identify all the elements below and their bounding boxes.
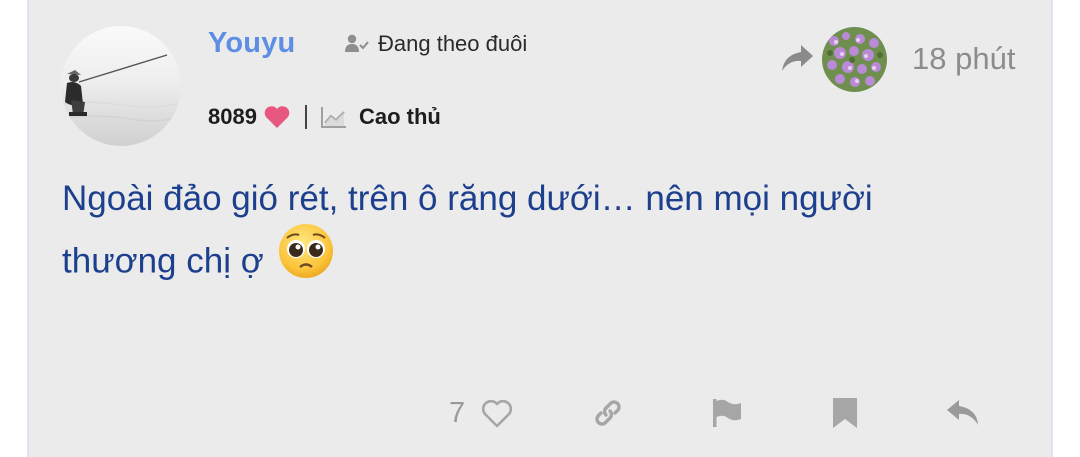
pleading-face-icon	[277, 222, 335, 296]
heart-icon	[263, 105, 291, 129]
fisherman-avatar-image	[61, 26, 181, 146]
author-avatar[interactable]	[61, 26, 181, 146]
follow-status[interactable]: Đang theo đuôi	[345, 31, 527, 57]
post-content-text: Ngoài đảo gió rét, trên ô răng dưới… nên…	[62, 179, 873, 281]
reply-icon	[947, 400, 978, 425]
link-icon	[595, 400, 621, 426]
flag-icon	[713, 399, 741, 427]
like-button[interactable]: 7	[449, 397, 513, 430]
flower-group-avatar[interactable]	[822, 27, 887, 92]
author-name[interactable]: Youyu	[208, 27, 295, 60]
heart-outline-icon	[482, 399, 513, 427]
share-arrow-icon[interactable]	[779, 41, 815, 80]
link-button[interactable]	[592, 397, 624, 429]
author-stats: 8089 Cao thủ	[208, 100, 441, 134]
author-rank: Cao thủ	[358, 104, 441, 129]
follow-status-label: Đang theo đuôi	[378, 31, 528, 56]
reply-button[interactable]	[946, 397, 980, 429]
stats-divider	[304, 105, 307, 129]
post-content: Ngoài đảo gió rét, trên ô răng dưới… nên…	[62, 172, 942, 300]
like-count: 7	[449, 397, 466, 429]
bookmark-icon	[833, 398, 857, 428]
author-points: 8089	[208, 104, 257, 129]
flag-button[interactable]	[711, 397, 743, 429]
user-check-icon	[345, 34, 369, 52]
post-time: 18 phút	[912, 41, 1016, 76]
bookmark-button[interactable]	[832, 397, 858, 429]
chart-icon	[320, 106, 347, 128]
